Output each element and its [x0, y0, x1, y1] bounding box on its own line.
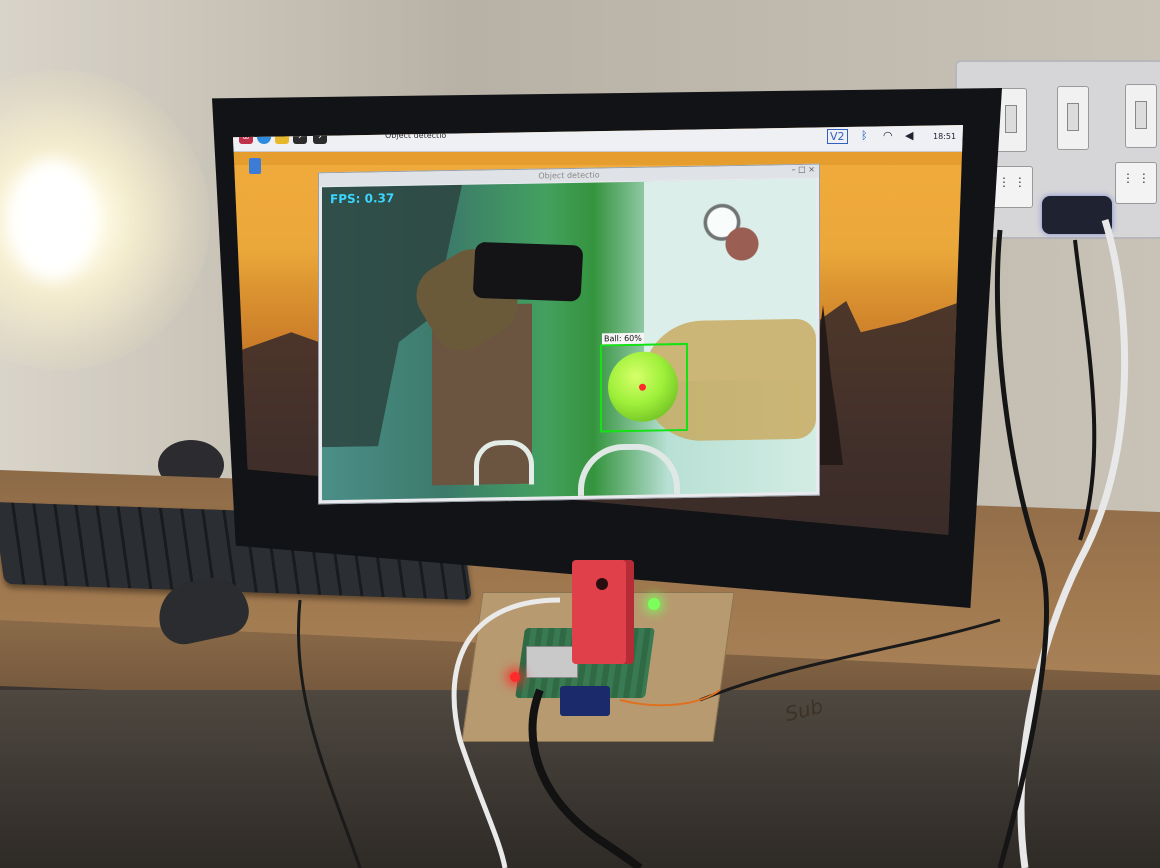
camera-poster — [702, 198, 802, 311]
vnc-icon[interactable]: V2 — [827, 129, 848, 144]
red-led — [510, 672, 520, 682]
window-controls[interactable]: – □ × — [792, 165, 815, 174]
volume-icon[interactable]: ◀ — [905, 129, 913, 142]
fps-counter: FPS: 0.37 — [330, 191, 395, 207]
small-module — [560, 686, 610, 716]
object-detection-window: Object detectio – □ × FPS: 0.37 Ball: 60… — [318, 163, 820, 505]
camera-phone — [472, 241, 584, 302]
camera-chair — [474, 439, 534, 486]
camera-feed: FPS: 0.37 Ball: 60% — [322, 178, 816, 501]
green-led — [648, 598, 660, 610]
clock: 18:51 — [933, 132, 957, 141]
bluetooth-icon[interactable]: ᛒ — [861, 129, 868, 142]
wall-switch — [1057, 86, 1089, 150]
camera-chair — [578, 443, 680, 501]
detection-label: Ball: 60% — [602, 332, 644, 345]
power-adapter — [1042, 196, 1112, 234]
wall-switch — [1125, 84, 1157, 148]
lamp-light — [8, 160, 98, 280]
detection-box: Ball: 60% — [600, 332, 688, 433]
usb-port — [526, 646, 578, 678]
wall-socket — [991, 166, 1033, 208]
wall-socket — [1115, 162, 1157, 204]
wifi-icon[interactable]: ◠ — [883, 129, 893, 142]
photo-scene: Sub ❀ › › Object detectio V2 ᛒ ◠ ◀ 18:51… — [0, 0, 1160, 868]
camera-module — [572, 560, 634, 664]
trash-icon[interactable] — [249, 158, 261, 174]
